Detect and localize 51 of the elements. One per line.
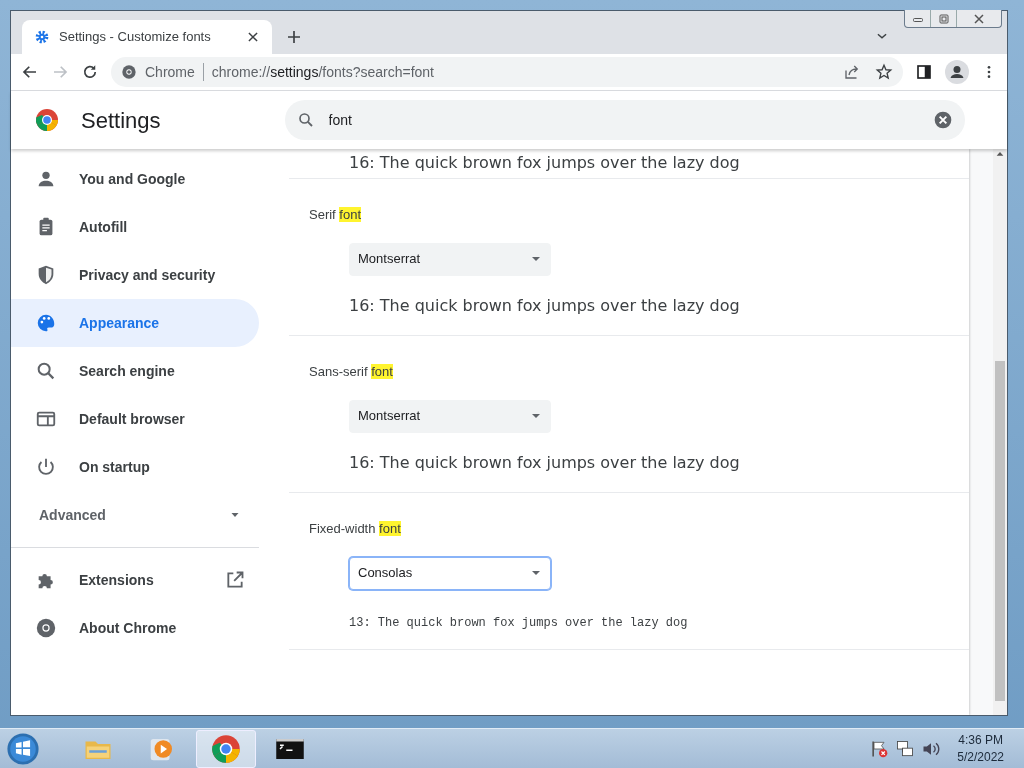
font-dropdown[interactable]: Montserrat xyxy=(349,242,551,276)
sidebar-item[interactable]: Appearance xyxy=(11,299,259,347)
font-dropdown[interactable]: Montserrat xyxy=(349,399,551,433)
close-icon[interactable] xyxy=(971,12,987,25)
setting-label: Fixed-width font xyxy=(309,520,402,538)
page-title: Settings xyxy=(81,106,161,135)
font-preview-text: 16: The quick brown fox jumps over the lazy dog xyxy=(349,152,741,174)
side-panel-icon[interactable] xyxy=(915,63,933,81)
gear-icon xyxy=(34,29,50,45)
forward-arrow-icon xyxy=(51,63,69,81)
font-preview-text: 16: The quick brown fox jumps over the lazy dog xyxy=(349,294,741,317)
power-icon xyxy=(35,456,57,478)
sidebar-item[interactable]: Autofill xyxy=(11,203,259,251)
palette-icon xyxy=(35,312,57,334)
maximize-icon[interactable] xyxy=(936,12,951,25)
sidebar-item[interactable]: Default browser xyxy=(11,395,259,443)
sidebar-item[interactable]: You and Google xyxy=(11,155,259,203)
sidebar-item[interactable]: Search engine xyxy=(11,347,259,395)
scrollbar[interactable] xyxy=(993,149,1007,715)
chrome-logo-icon xyxy=(35,108,59,132)
clear-icon[interactable] xyxy=(932,110,953,130)
url-text: chrome://settings/fonts?search=font xyxy=(211,62,435,82)
search-icon xyxy=(296,111,315,129)
search-icon xyxy=(35,360,57,382)
sidebar-item[interactable]: Privacy and security xyxy=(11,251,259,299)
origin-label: Chrome xyxy=(145,62,195,82)
close-icon[interactable] xyxy=(246,30,260,44)
chrome-icon xyxy=(35,617,57,639)
share-icon[interactable] xyxy=(843,63,861,81)
plus-icon[interactable] xyxy=(286,29,302,45)
font-preview-text: 13: The quick brown fox jumps over the lazy dog xyxy=(349,614,689,632)
network-icon[interactable] xyxy=(895,738,916,759)
profile-avatar-icon[interactable] xyxy=(945,60,969,84)
chrome-icon[interactable] xyxy=(211,733,241,764)
sidebar-item[interactable]: About Chrome xyxy=(11,604,259,652)
setting-label: Serif font xyxy=(309,206,363,224)
reload-icon[interactable] xyxy=(81,63,99,81)
sidebar-item[interactable]: On startup xyxy=(11,443,259,491)
back-arrow-icon[interactable] xyxy=(21,63,39,81)
font-dropdown[interactable]: Consolas xyxy=(349,556,551,590)
search-field[interactable]: font xyxy=(284,100,965,140)
advanced-toggle[interactable]: Advanced xyxy=(11,491,259,539)
browser-tab[interactable]: Settings - Customize fonts xyxy=(22,20,272,54)
setting-label: Sans-serif font xyxy=(309,363,394,381)
clock[interactable]: 4:36 PM 5/2/2022 xyxy=(957,731,1004,766)
sidebar-item[interactable]: Extensions xyxy=(11,556,259,604)
chrome-icon xyxy=(121,64,137,80)
address-bar[interactable]: Chrome chrome://settings/fonts?search=font xyxy=(111,57,903,87)
font-preview-text: 16: The quick brown fox jumps over the lazy dog xyxy=(349,451,741,474)
start-button-icon[interactable] xyxy=(6,731,40,766)
star-icon[interactable] xyxy=(875,63,893,81)
